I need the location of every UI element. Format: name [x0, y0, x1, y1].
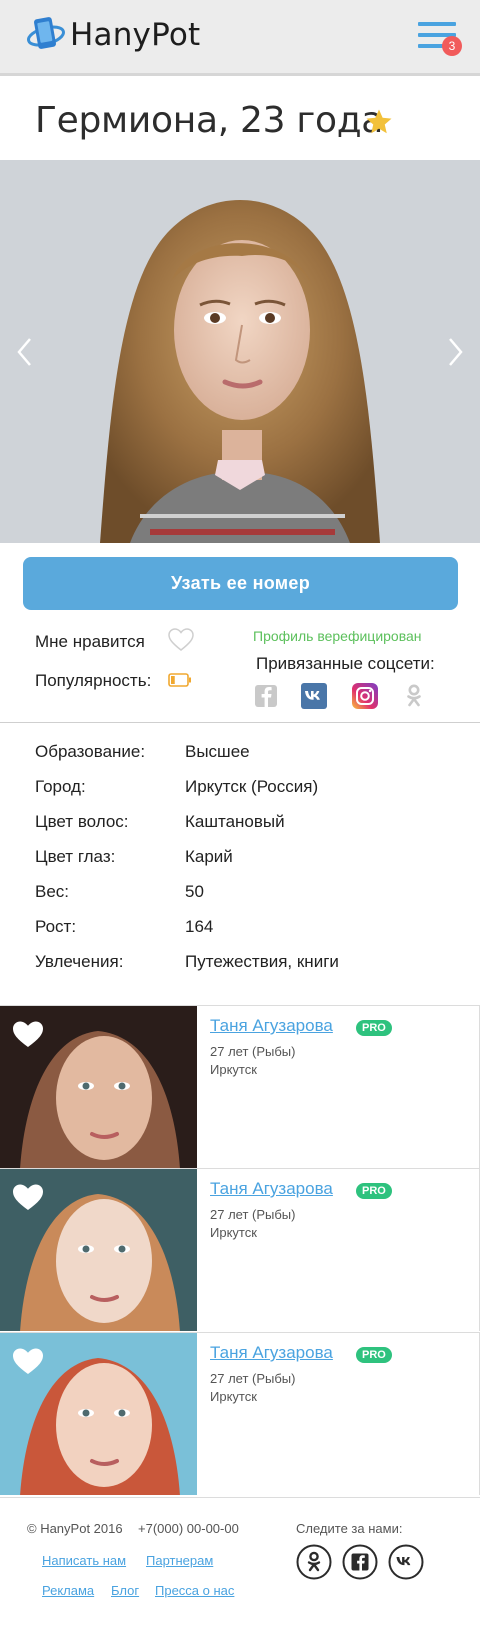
pro-badge: PRO [356, 1020, 392, 1036]
section-divider [0, 722, 480, 723]
info-key: Рост: [35, 917, 77, 936]
verified-status: Профиль верефицирован [253, 628, 422, 644]
portrait-image [0, 160, 480, 543]
card-name[interactable]: Таня Агузарова [210, 1343, 333, 1363]
follow-us-label: Следите за нами: [296, 1521, 403, 1536]
info-row: Цвет глаз: Карий [35, 847, 455, 869]
info-row: Город: Иркутск (Россия) [35, 777, 455, 799]
info-value: Каштановый [185, 812, 285, 831]
prev-photo-icon[interactable] [14, 335, 36, 369]
like-label: Мне нравится [35, 632, 145, 651]
info-value: Путежествия, книги [185, 952, 339, 971]
footer: © HanyPot 2016 +7(000) 00-00-00 Следите … [0, 1497, 480, 1630]
odnoklassniki-icon[interactable] [296, 1544, 332, 1580]
copyright: © HanyPot 2016 [27, 1521, 123, 1536]
info-key: Увлечения: [35, 952, 124, 971]
info-value: Высшее [185, 742, 250, 761]
card-city: Иркутск [210, 1225, 257, 1240]
menu-button[interactable]: 3 [418, 22, 462, 56]
phone-logo-icon [26, 17, 66, 49]
footer-link-blog[interactable]: Блог [111, 1583, 139, 1598]
pro-badge: PRO [356, 1183, 392, 1199]
socials-title: Привязанные соцсети: [256, 654, 435, 673]
vk-icon[interactable] [301, 683, 327, 709]
card-name[interactable]: Таня Агузарова [210, 1016, 333, 1036]
facebook-icon[interactable] [253, 683, 279, 709]
heart-outline-icon[interactable] [168, 628, 194, 652]
info-key: Цвет волос: [35, 812, 129, 831]
info-key: Вес: [35, 882, 70, 901]
info-row: Вес: 50 [35, 882, 455, 904]
card-name[interactable]: Таня Агузарова [210, 1179, 333, 1199]
notification-badge: 3 [442, 36, 462, 56]
facebook-icon[interactable] [342, 1544, 378, 1580]
heart-icon[interactable] [12, 1183, 44, 1211]
info-value: 50 [185, 882, 204, 901]
instagram-icon[interactable] [352, 683, 378, 709]
info-row: Увлечения: Путежествия, книги [35, 952, 455, 974]
footer-link-contact[interactable]: Написать нам [42, 1553, 126, 1568]
get-number-button[interactable]: Узать ее номер [23, 557, 458, 610]
battery-level [171, 676, 175, 684]
profile-title: Гермиона, 23 года [35, 100, 384, 141]
info-row: Цвет волос: Каштановый [35, 812, 455, 834]
info-value: Карий [185, 847, 233, 866]
profile-photo [0, 160, 480, 543]
footer-link-press[interactable]: Пресса о нас [155, 1583, 234, 1598]
info-key: Город: [35, 777, 86, 796]
heart-icon[interactable] [12, 1347, 44, 1375]
card-age: 27 лет (Рыбы) [210, 1371, 296, 1386]
heart-icon[interactable] [12, 1020, 44, 1048]
footer-link-ads[interactable]: Реклама [42, 1583, 94, 1598]
odnoklassniki-icon[interactable] [401, 683, 427, 709]
info-row: Образование: Высшее [35, 742, 455, 764]
battery-icon [168, 673, 191, 687]
pro-badge: PRO [356, 1347, 392, 1363]
app-header: HanyPot 3 [0, 0, 480, 76]
profile-card[interactable]: Таня Агузарова PRO 27 лет (Рыбы) Иркутск [0, 1005, 480, 1168]
card-city: Иркутск [210, 1389, 257, 1404]
popularity-label: Популярность: [35, 671, 152, 690]
card-photo[interactable] [0, 1169, 197, 1331]
info-value: Иркутск (Россия) [185, 777, 319, 796]
footer-link-partners[interactable]: Партнерам [146, 1553, 213, 1568]
brand-logo[interactable]: HanyPot [26, 14, 200, 56]
next-photo-icon[interactable] [444, 335, 466, 369]
card-photo[interactable] [0, 1333, 197, 1495]
card-photo[interactable] [0, 1006, 197, 1168]
info-value: 164 [185, 917, 214, 936]
info-row: Рост: 164 [35, 917, 455, 939]
card-age: 27 лет (Рыбы) [210, 1207, 296, 1222]
info-key: Образование: [35, 742, 146, 761]
info-key: Цвет глаз: [35, 847, 116, 866]
card-age: 27 лет (Рыбы) [210, 1044, 296, 1059]
star-icon[interactable] [364, 107, 394, 137]
profile-card[interactable]: Таня Агузарова PRO 27 лет (Рыбы) Иркутск [0, 1332, 480, 1495]
phone-number: +7(000) 00-00-00 [138, 1521, 239, 1536]
card-city: Иркутск [210, 1062, 257, 1077]
profile-card[interactable]: Таня Агузарова PRO 27 лет (Рыбы) Иркутск [0, 1168, 480, 1331]
vk-icon[interactable] [388, 1544, 424, 1580]
brand-name: HanyPot [70, 17, 201, 53]
